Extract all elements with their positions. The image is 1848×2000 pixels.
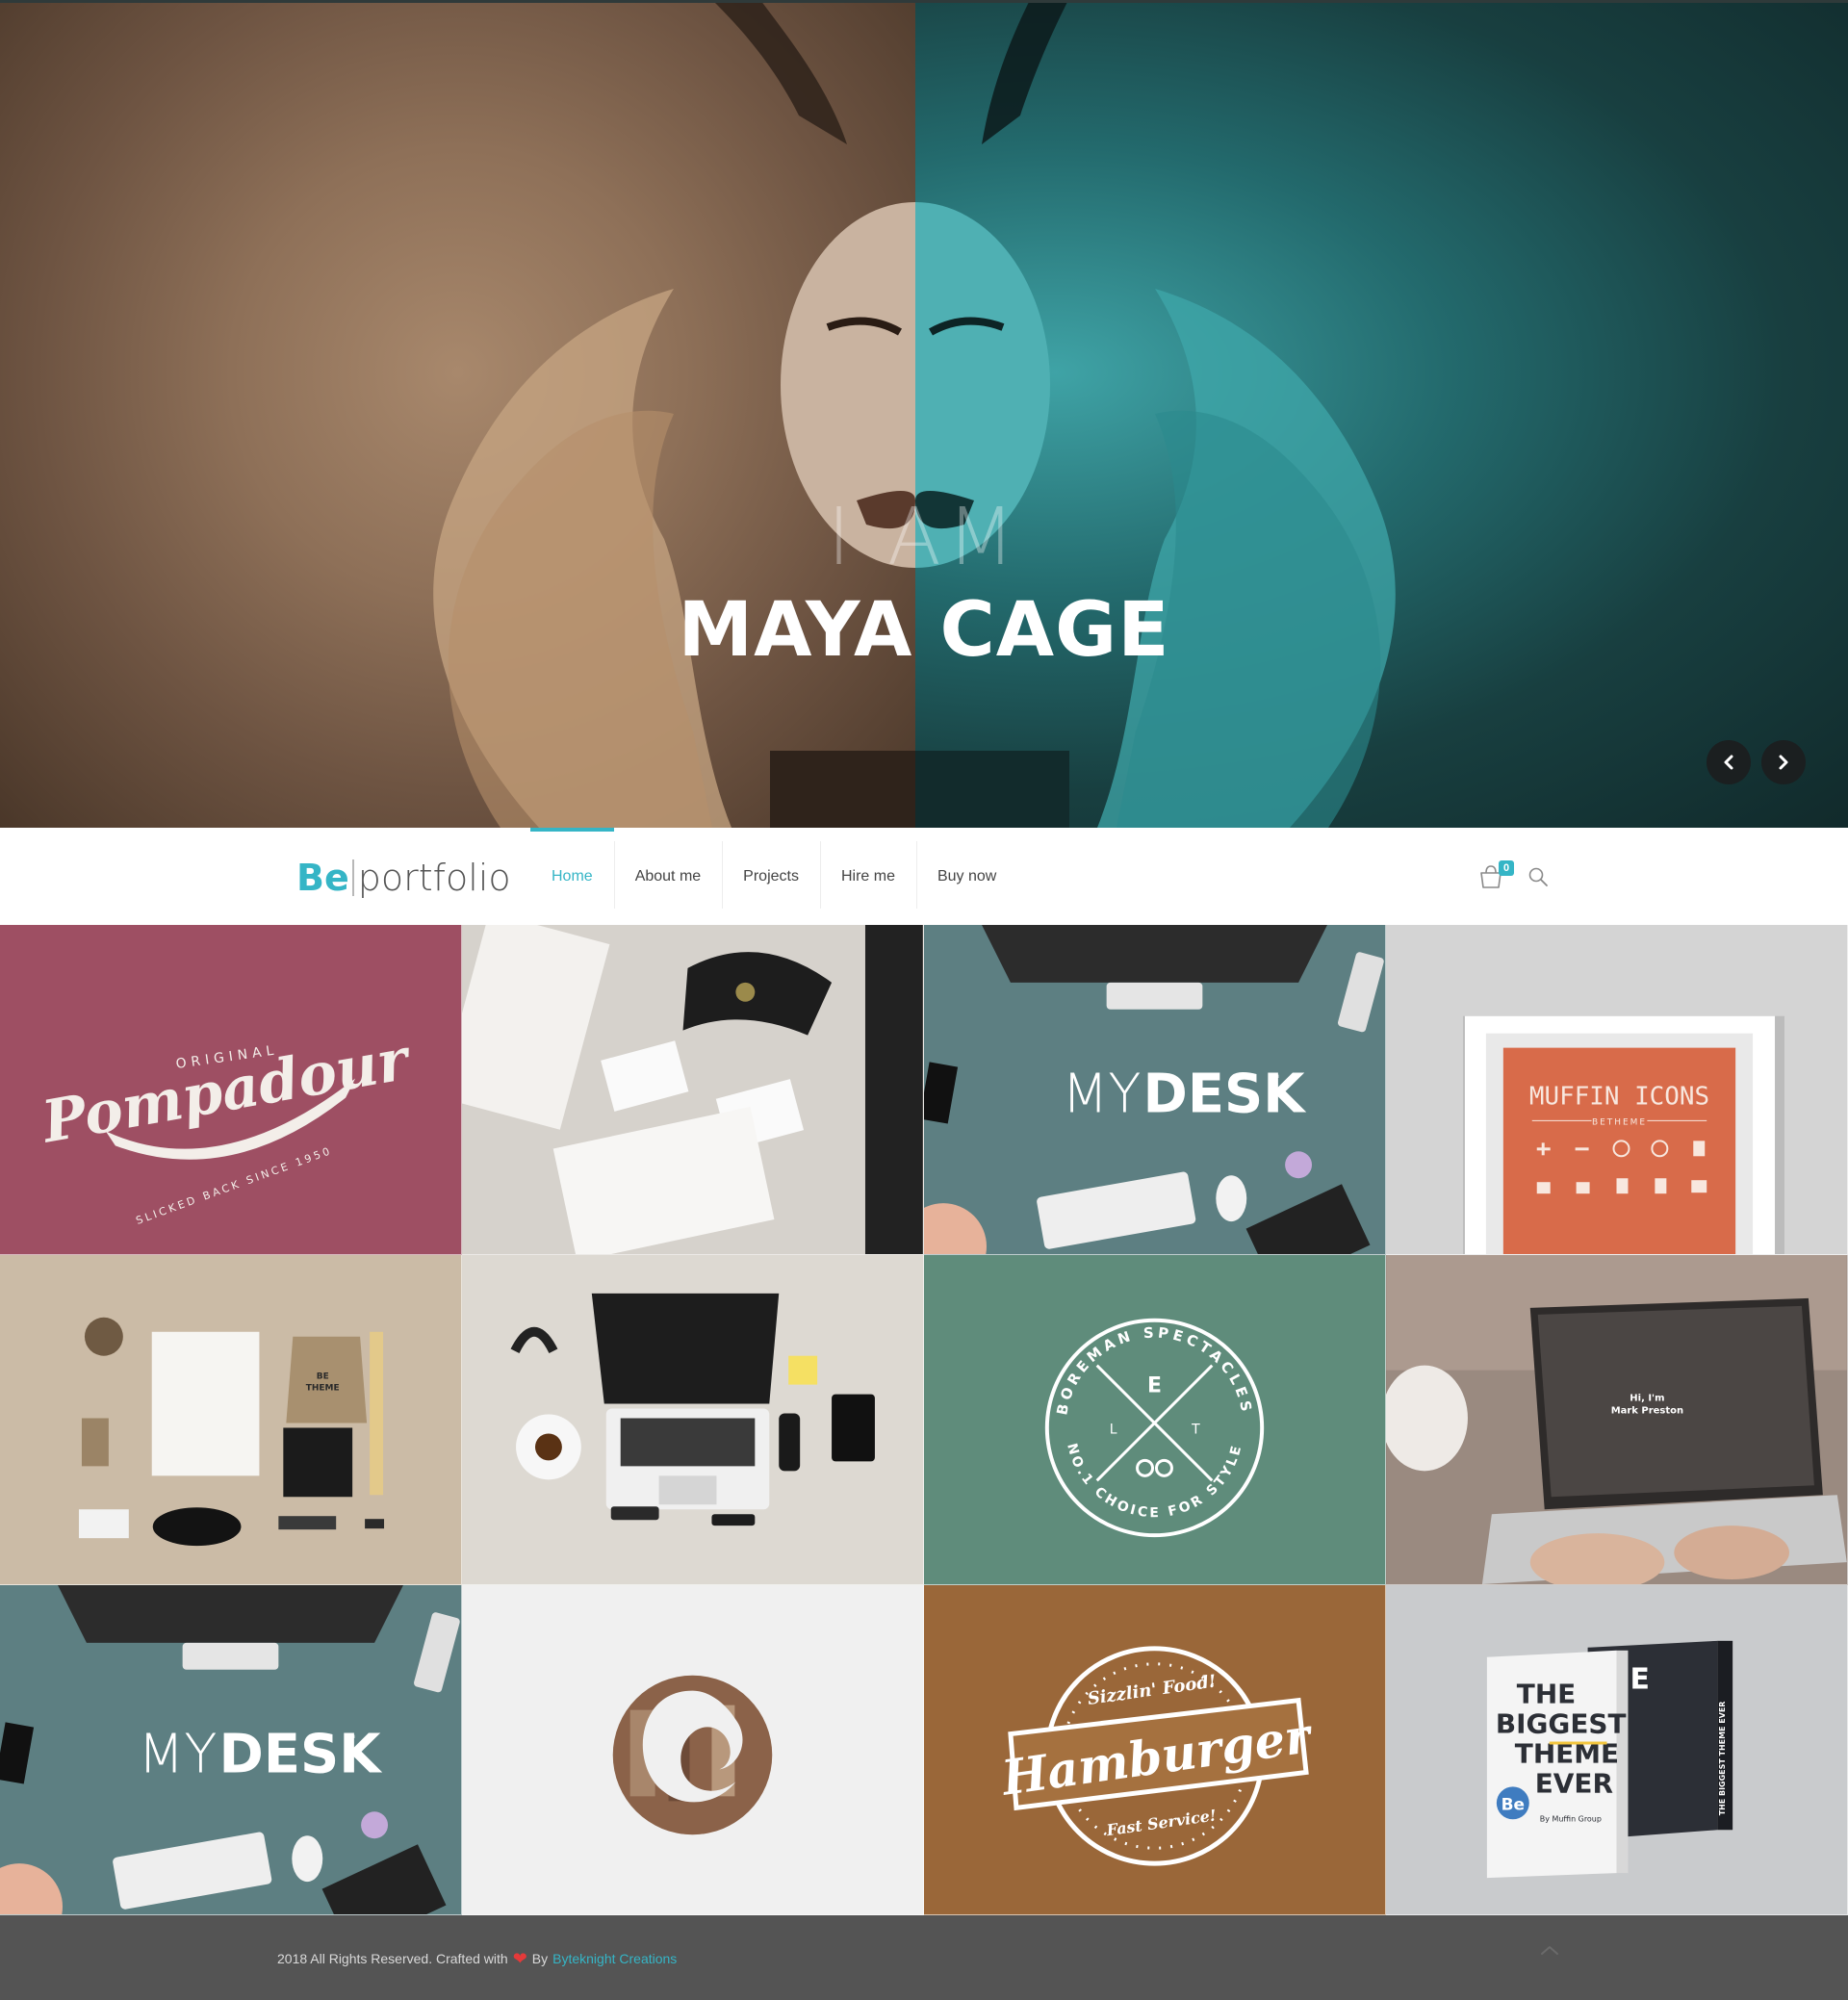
hero-name-title: MAYA CAGE <box>678 587 1170 674</box>
portfolio-item-mydesk[interactable]: MY DESK ™ <box>924 925 1386 1255</box>
copyright-line: 2018 All Rights Reserved. Crafted with ❤… <box>277 1950 677 1967</box>
branding-be: BE <box>317 1372 329 1382</box>
chevron-left-icon <box>1724 755 1733 770</box>
mydesk-desk-2: DESK <box>219 1723 383 1785</box>
mydesk-artwork: MY DESK ™ <box>924 925 1384 1254</box>
logo-mark: Be <box>296 857 349 899</box>
portfolio-item-pompadour[interactable]: ORIGINAL Pompadour SLICKED BACK SINCE 19… <box>0 925 462 1255</box>
book-the: THE <box>1517 1679 1576 1710</box>
muffin-icons-title: MUFFIN ICONS <box>1529 1082 1709 1111</box>
hero-intro-text: I AM <box>827 492 1021 583</box>
workspace-image <box>510 1293 875 1526</box>
author-link[interactable]: Byteknight Creations <box>552 1951 677 1966</box>
book-ever: EVER <box>1535 1767 1613 1799</box>
muffin-icons-artwork: MUFFIN ICONS BETHEME <box>1462 1015 1784 1254</box>
top-border <box>0 0 1848 3</box>
portfolio-item-circle-logo[interactable] <box>462 1585 924 1915</box>
logo-divider <box>351 859 354 896</box>
branding-set-image: BE THEME <box>78 1317 385 1547</box>
copyright-text: 2018 All Rights Reserved. Crafted with <box>277 1951 508 1966</box>
boreman-e: E <box>1147 1374 1162 1398</box>
pompadour-artwork: ORIGINAL Pompadour SLICKED BACK SINCE 19… <box>36 1025 418 1227</box>
book-author: By Muffin Group <box>1540 1814 1602 1823</box>
mydesk-my-2: MY <box>138 1723 217 1785</box>
circle-logo-artwork <box>612 1675 773 1835</box>
nav-item-buy-now[interactable]: Buy now <box>915 828 1017 925</box>
branding-theme: THEME <box>306 1384 340 1394</box>
logo-wordmark: portfolio <box>357 857 511 899</box>
mydesk-my: MY <box>1062 1063 1141 1125</box>
nav-item-projects[interactable]: Projects <box>722 828 820 925</box>
main-nav: Home About me Projects Hire me Buy now <box>530 828 1017 925</box>
boreman-bottom-text: NO.1 CHOICE FOR STYLE <box>1064 1442 1245 1521</box>
search-icon[interactable] <box>1527 866 1549 887</box>
book-spine: THE BIGGEST THEME EVER <box>1718 1702 1727 1816</box>
slider-next-button[interactable] <box>1761 740 1806 784</box>
mydesk-desk: DESK <box>1143 1063 1307 1125</box>
portfolio-item-muffin-icons[interactable]: MUFFIN ICONS BETHEME <box>1386 925 1848 1255</box>
muffin-icons-subtitle: BETHEME <box>1592 1117 1647 1127</box>
portfolio-item-mydesk-2[interactable]: MY DESK ™ <box>0 1585 462 1915</box>
mydesk-artwork-2: MY DESK ™ <box>0 1585 460 1914</box>
portfolio-item-biggest-theme[interactable]: THE BIGGEST THEME EVER Be By Muffin Grou… <box>1386 1585 1848 1915</box>
hamburger-artwork: Sizzlin' Food! Hamburger Fast Service! <box>924 1585 1385 1914</box>
laptop-photo: Hi, I'm Mark Preston <box>1386 1255 1847 1584</box>
mydesk-tm-2: ™ <box>346 1733 357 1747</box>
hero-slider: I AM MAYA CAGE <box>0 0 1848 828</box>
slider-prev-button[interactable] <box>1707 740 1751 784</box>
portrait-image <box>433 0 1396 828</box>
portfolio-item-branding-set[interactable]: BE THEME <box>0 1255 462 1585</box>
boreman-spectacles-artwork: BOREMAN SPECTACLES NO.1 CHOICE FOR STYLE… <box>1044 1318 1265 1538</box>
boreman-t: T <box>1191 1422 1200 1437</box>
site-footer: 2018 All Rights Reserved. Crafted with ❤… <box>0 1915 1848 2000</box>
biggest-theme-books-image: THE BIGGEST THEME EVER Be By Muffin Grou… <box>1486 1640 1733 1879</box>
nav-item-hire-me[interactable]: Hire me <box>819 828 916 925</box>
nav-item-about-me[interactable]: About me <box>613 828 722 925</box>
pompadour-title: Pompadour <box>36 1025 418 1157</box>
nav-item-home[interactable]: Home <box>530 828 614 925</box>
book-be-badge: Be <box>1502 1794 1525 1813</box>
cart-count-badge: 0 <box>1499 860 1514 876</box>
boreman-l: L <box>1110 1422 1117 1437</box>
heart-icon: ❤ <box>512 1949 527 1968</box>
portfolio-item-boreman-spectacles[interactable]: BOREMAN SPECTACLES NO.1 CHOICE FOR STYLE… <box>924 1255 1386 1585</box>
book-biggest: BIGGEST <box>1496 1708 1627 1740</box>
laptop-name: Mark Preston <box>1611 1406 1683 1417</box>
portfolio-item-stationery[interactable] <box>462 925 924 1255</box>
stationery-mockup-image <box>462 925 923 1254</box>
mydesk-tm: ™ <box>1270 1073 1281 1087</box>
portfolio-grid: ORIGINAL Pompadour SLICKED BACK SINCE 19… <box>0 925 1848 1915</box>
by-text: By <box>531 1951 549 1966</box>
site-logo[interactable]: Be portfolio <box>296 857 511 899</box>
site-header: Be portfolio Home About me Projects Hire… <box>0 828 1848 925</box>
boreman-top-text: BOREMAN SPECTACLES <box>1053 1324 1255 1417</box>
portfolio-item-laptop[interactable]: Hi, I'm Mark Preston <box>1386 1255 1848 1585</box>
laptop-greeting: Hi, I'm <box>1630 1394 1664 1404</box>
chevron-right-icon <box>1779 755 1788 770</box>
portfolio-item-hamburger[interactable]: Sizzlin' Food! Hamburger Fast Service! <box>924 1585 1386 1915</box>
chevron-up-icon[interactable] <box>1538 1942 1561 1958</box>
back-book-letters: E <box>1630 1663 1649 1697</box>
portfolio-item-workspace[interactable] <box>462 1255 924 1585</box>
